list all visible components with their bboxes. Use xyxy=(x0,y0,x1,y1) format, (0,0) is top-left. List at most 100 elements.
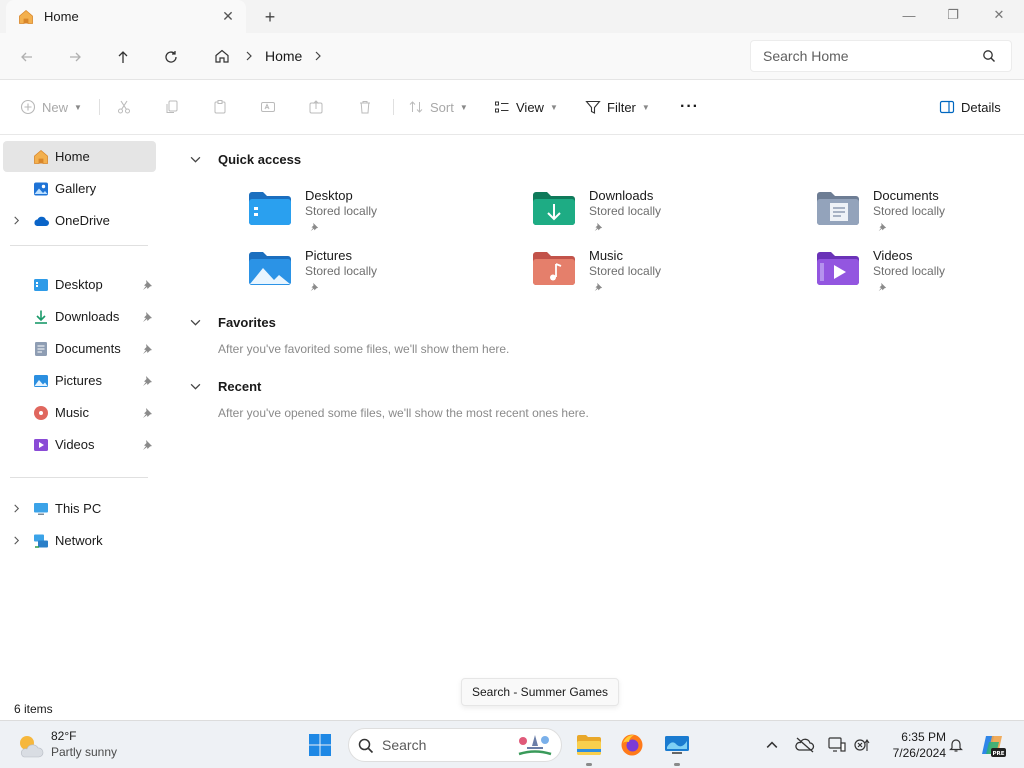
breadcrumb-item[interactable]: Home xyxy=(259,48,308,64)
this-pc-icon xyxy=(34,502,48,515)
quick-access-item-pictures[interactable]: Pictures Stored locally xyxy=(248,248,488,302)
forward-button[interactable] xyxy=(59,41,91,73)
chevron-right-icon[interactable] xyxy=(239,40,259,72)
copilot-badge: PRE xyxy=(992,751,1004,757)
pictures-folder-icon xyxy=(34,374,48,387)
chevron-down-icon[interactable] xyxy=(188,379,202,393)
favorites-header[interactable]: Favorites xyxy=(188,312,276,332)
chevron-down-icon[interactable] xyxy=(188,315,202,329)
sidebar-item-label: Downloads xyxy=(55,309,120,324)
back-button[interactable] xyxy=(11,41,43,73)
filter-button[interactable]: Filter ▼ xyxy=(585,92,650,122)
quick-access-item-videos[interactable]: Videos Stored locally xyxy=(816,248,1024,302)
copy-button[interactable] xyxy=(164,92,180,122)
quick-access-item-music[interactable]: Music Stored locally xyxy=(532,248,772,302)
rename-button[interactable] xyxy=(260,92,276,122)
chevron-right-icon[interactable] xyxy=(9,214,23,228)
copilot-button[interactable]: PRE xyxy=(979,731,1007,759)
sidebar-item-music[interactable]: Music xyxy=(3,397,156,428)
firefox-icon xyxy=(621,734,643,756)
tab-title: Home xyxy=(44,9,79,24)
sidebar-item-label: Network xyxy=(55,533,103,548)
item-name: Documents xyxy=(873,188,939,203)
new-tab-button[interactable]: + xyxy=(256,3,284,31)
show-hidden-icons-button[interactable] xyxy=(760,733,784,757)
quick-access-item-downloads[interactable]: Downloads Stored locally xyxy=(532,188,772,242)
firefox-taskbar-button[interactable] xyxy=(614,727,650,763)
network-tray-button[interactable] xyxy=(851,733,875,757)
minimize-button[interactable]: — xyxy=(886,0,932,30)
chevron-down-icon[interactable] xyxy=(188,152,202,166)
chevron-right-icon[interactable] xyxy=(308,40,328,72)
sidebar-item-network[interactable]: Network xyxy=(3,525,156,556)
paste-button[interactable] xyxy=(212,92,228,122)
videos-folder-icon xyxy=(34,438,48,451)
delete-button[interactable] xyxy=(357,92,373,122)
cut-button[interactable] xyxy=(116,92,132,122)
tab-close-icon[interactable]: ✕ xyxy=(212,3,244,31)
sidebar-item-desktop[interactable]: Desktop xyxy=(3,269,156,300)
chevron-up-icon xyxy=(766,741,778,748)
search-highlight-icon[interactable] xyxy=(515,732,555,760)
pin-icon xyxy=(143,343,152,354)
close-button[interactable]: ✕ xyxy=(976,0,1022,30)
pin-icon xyxy=(143,279,152,290)
quick-access-header[interactable]: Quick access xyxy=(188,149,301,169)
weather-widget[interactable]: 82°F Partly sunny xyxy=(16,727,136,763)
view-button[interactable]: View ▼ xyxy=(494,92,558,122)
sidebar-item-home[interactable]: Home xyxy=(3,141,156,172)
command-bar: New ▼ Sort ▼ View ▼ Filter ▼ ··· Details xyxy=(0,80,1024,135)
main-content: Quick access Desktop Stored locally Down… xyxy=(160,135,1024,720)
recent-header[interactable]: Recent xyxy=(188,376,261,396)
device-tray-button[interactable] xyxy=(825,733,849,757)
item-status: Stored locally xyxy=(589,264,662,278)
search-icon[interactable] xyxy=(973,41,1005,71)
app-taskbar-button[interactable] xyxy=(659,727,695,763)
maximize-button[interactable]: ❐ xyxy=(930,0,976,30)
sidebar-item-videos[interactable]: Videos xyxy=(3,429,156,460)
breadcrumb[interactable]: Home xyxy=(205,40,735,72)
share-button[interactable] xyxy=(308,92,324,122)
title-bar: Home ✕ + — ❐ ✕ xyxy=(0,0,1024,33)
sort-button[interactable]: Sort ▼ xyxy=(408,92,468,122)
notifications-button[interactable] xyxy=(944,733,968,757)
start-button[interactable] xyxy=(302,727,338,763)
search-tooltip: Search - Summer Games xyxy=(461,678,620,706)
up-button[interactable] xyxy=(107,41,139,73)
copilot-icon: PRE xyxy=(982,736,1006,757)
sidebar-item-downloads[interactable]: Downloads xyxy=(3,301,156,332)
pictures-folder-icon xyxy=(249,252,291,285)
onedrive-icon xyxy=(34,216,49,226)
recent-empty-message: After you've opened some files, we'll sh… xyxy=(218,406,589,420)
taskbar-search[interactable]: Search xyxy=(348,728,562,762)
chevron-right-icon[interactable] xyxy=(9,502,23,516)
running-indicator xyxy=(586,763,592,766)
sidebar-item-onedrive[interactable]: OneDrive xyxy=(3,205,156,236)
sidebar-item-documents[interactable]: Documents xyxy=(3,333,156,364)
sort-icon xyxy=(409,101,423,113)
system-clock[interactable]: 6:35 PM 7/26/2024 xyxy=(876,729,946,761)
item-count: 6 items xyxy=(14,702,53,716)
quick-access-item-documents[interactable]: Documents Stored locally xyxy=(816,188,1024,242)
sidebar-item-pictures[interactable]: Pictures xyxy=(3,365,156,396)
search-box[interactable] xyxy=(750,40,1012,72)
new-button[interactable]: New ▼ xyxy=(20,92,82,122)
arrow-right-icon xyxy=(70,52,81,62)
breadcrumb-home[interactable] xyxy=(205,40,239,72)
tab-home[interactable]: Home ✕ xyxy=(6,0,246,33)
chevron-down-icon: ▼ xyxy=(641,102,650,112)
sidebar-item-this-pc[interactable]: This PC xyxy=(3,493,156,524)
arrow-up-icon xyxy=(118,51,128,63)
item-status: Stored locally xyxy=(873,264,946,278)
details-button[interactable]: Details xyxy=(939,92,1001,122)
gallery-icon xyxy=(34,182,48,195)
onedrive-tray-button[interactable] xyxy=(793,733,817,757)
quick-access-item-desktop[interactable]: Desktop Stored locally xyxy=(248,188,488,242)
chevron-right-icon[interactable] xyxy=(9,534,23,548)
sidebar-item-gallery[interactable]: Gallery xyxy=(3,173,156,204)
more-options-button[interactable]: ··· xyxy=(680,92,699,122)
refresh-button[interactable] xyxy=(155,41,187,73)
search-input[interactable] xyxy=(763,48,973,64)
favorites-empty-message: After you've favorited some files, we'll… xyxy=(218,342,510,356)
file-explorer-taskbar-button[interactable] xyxy=(571,727,607,763)
